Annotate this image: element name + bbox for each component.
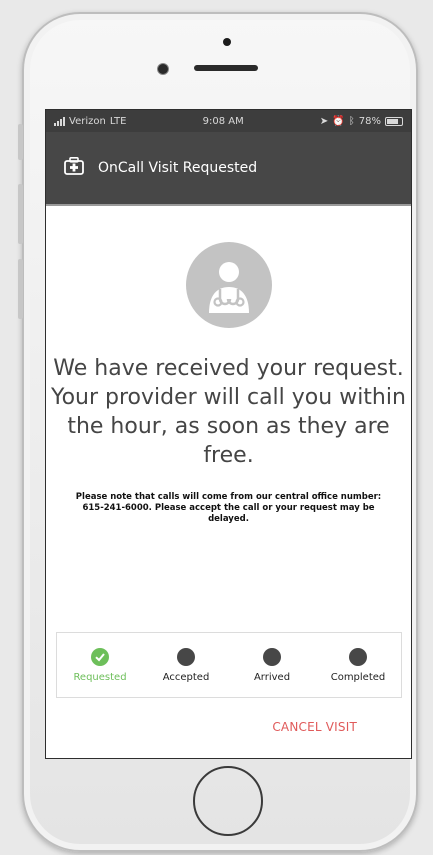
app-screen: Verizon LTE 9:08 AM ➤ ⏰ ᛒ 78% OnCall Vis… — [45, 109, 412, 759]
earpiece-speaker — [194, 65, 258, 71]
status-dot-icon — [263, 647, 281, 666]
step-arrived: Arrived — [229, 633, 315, 697]
step-label: Completed — [330, 671, 386, 683]
step-accepted: Accepted — [143, 633, 229, 697]
doctor-stethoscope-icon — [185, 242, 272, 328]
front-camera — [157, 63, 169, 75]
step-requested: Requested — [57, 633, 143, 697]
step-completed: Completed — [315, 633, 401, 697]
visit-progress-tracker: Requested Accepted Arrived Completed — [56, 632, 402, 698]
volume-down-button — [18, 259, 23, 319]
step-label: Accepted — [162, 671, 210, 683]
medical-kit-icon — [64, 157, 84, 179]
status-dot-icon — [349, 647, 367, 666]
location-icon: ➤ — [319, 115, 329, 127]
clock: 9:08 AM — [202, 115, 244, 127]
mute-switch — [18, 124, 23, 160]
cancel-visit-button[interactable]: CANCEL VISIT — [272, 720, 357, 734]
confirmation-message: We have received your request. Your prov… — [51, 356, 406, 468]
alarm-icon: ⏰ — [332, 115, 345, 127]
volume-up-button — [18, 184, 23, 244]
step-label: Requested — [73, 671, 127, 683]
battery-percent: 78% — [358, 115, 381, 127]
home-button[interactable] — [193, 766, 263, 836]
network-type: LTE — [109, 115, 127, 127]
page-title: OnCall Visit Requested — [98, 160, 258, 176]
sensor-dot — [223, 38, 231, 46]
carrier-name: Verizon — [69, 115, 106, 127]
status-dot-icon — [177, 647, 195, 666]
call-notice: Please note that calls will come from ou… — [75, 492, 382, 524]
check-circle-icon — [91, 647, 109, 666]
battery-icon — [385, 116, 403, 126]
app-header: OnCall Visit Requested — [46, 132, 411, 206]
step-label: Arrived — [253, 671, 291, 683]
signal-icon — [54, 116, 65, 126]
bluetooth-icon: ᛒ — [348, 115, 355, 127]
status-bar: Verizon LTE 9:08 AM ➤ ⏰ ᛒ 78% — [46, 110, 411, 132]
